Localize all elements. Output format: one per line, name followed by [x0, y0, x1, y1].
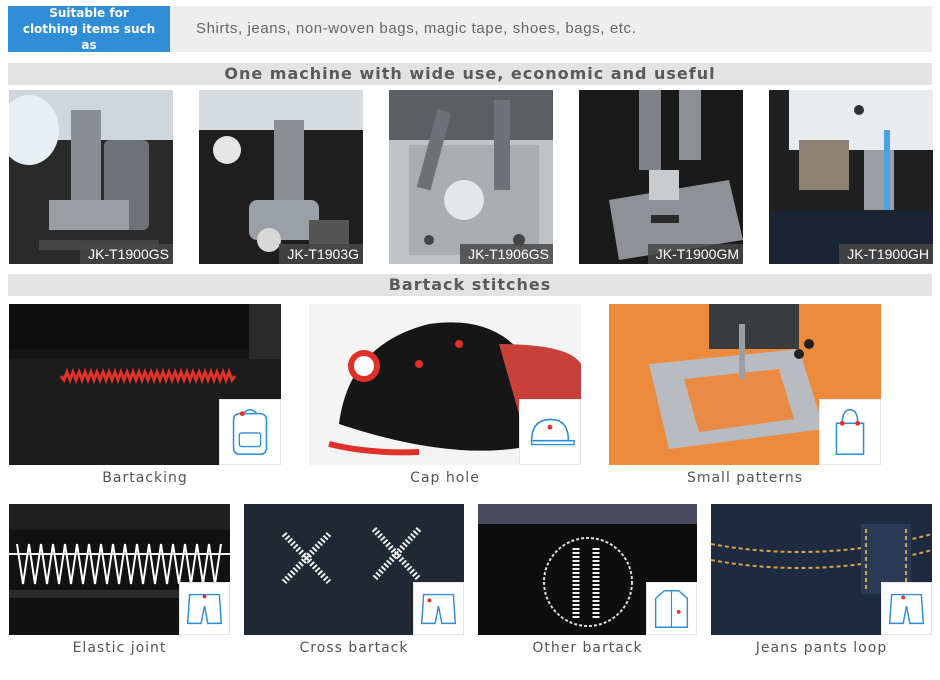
machine-image [199, 90, 363, 264]
machine-image [579, 90, 743, 264]
machine-model-label: JK-T1900GM [647, 244, 743, 264]
caption-small-patterns: Small patterns [686, 470, 804, 486]
machine-model-label: JK-T1906GS [460, 244, 553, 264]
machine-photo-1: JK-T1900GS [9, 90, 173, 264]
cap-icon [519, 399, 581, 465]
caption-cross-bartack: Cross bartack [299, 640, 409, 656]
stitch-card-jeans-pants-loop [711, 504, 932, 635]
stitch-card-bartacking [9, 304, 281, 465]
shorts-icon [179, 582, 230, 635]
usage-banner: Suitable for clothing items such as Shir… [8, 6, 932, 52]
section-title-machines: One machine with wide use, economic and … [8, 63, 932, 85]
machine-model-label: JK-T1900GH [839, 244, 933, 264]
caption-other-bartack: Other bartack [532, 640, 643, 656]
stitch-card-elastic-joint [9, 504, 230, 635]
shorts-icon [881, 582, 932, 635]
machine-photo-3: JK-T1906GS [389, 90, 553, 264]
stitch-card-cap-hole [309, 304, 581, 465]
usage-description: Shirts, jeans, non-woven bags, magic tap… [196, 20, 637, 37]
shorts-icon [413, 582, 464, 635]
tote-bag-icon [819, 399, 881, 465]
stitch-card-small-patterns [609, 304, 881, 465]
machine-photo-5: JK-T1900GH [769, 90, 933, 264]
caption-jeans-pants-loop: Jeans pants loop [755, 640, 888, 656]
stitch-card-other-bartack [478, 504, 697, 635]
backpack-icon [219, 399, 281, 465]
jacket-icon [646, 582, 697, 635]
caption-elastic-joint: Elastic joint [72, 640, 167, 656]
machine-model-label: JK-T1903G [279, 244, 363, 264]
stitch-card-cross-bartack [244, 504, 464, 635]
section-title-stitches: Bartack stitches [8, 274, 932, 296]
machine-photo-2: JK-T1903G [199, 90, 363, 264]
machine-image [9, 90, 173, 264]
caption-cap-hole: Cap hole [410, 470, 480, 486]
machine-image [389, 90, 553, 264]
caption-bartacking: Bartacking [102, 470, 188, 486]
machine-image [769, 90, 933, 264]
usage-badge: Suitable for clothing items such as [8, 6, 170, 52]
machine-model-label: JK-T1900GS [80, 244, 173, 264]
machine-photo-4: JK-T1900GM [579, 90, 743, 264]
